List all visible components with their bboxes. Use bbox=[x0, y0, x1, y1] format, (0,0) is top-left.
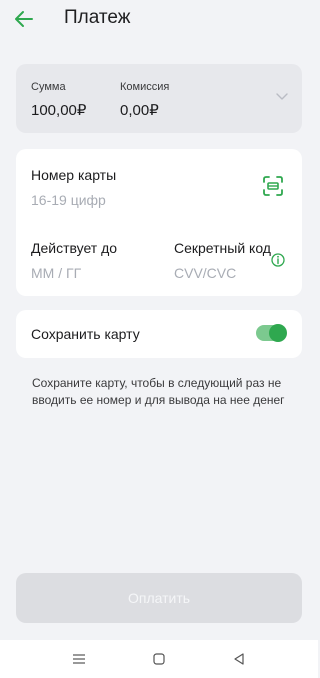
pay-button[interactable]: Оплатить bbox=[16, 573, 302, 623]
card-number-label: Номер карты bbox=[31, 167, 117, 183]
save-card-toggle[interactable] bbox=[256, 324, 287, 342]
amount-summary[interactable]: Сумма 100,00₽ Комиссия 0,00₽ bbox=[16, 64, 302, 133]
sum-value: 100,00₽ bbox=[31, 102, 87, 119]
chevron-down-icon[interactable] bbox=[276, 93, 288, 101]
card-number-input[interactable] bbox=[31, 192, 231, 208]
toggle-knob bbox=[269, 324, 287, 342]
save-card-row: Сохранить карту bbox=[16, 310, 302, 358]
header: Платеж bbox=[0, 0, 318, 40]
expiry-input[interactable] bbox=[31, 265, 151, 281]
expiry-label: Действует до bbox=[31, 240, 118, 256]
save-card-label: Сохранить карту bbox=[31, 326, 140, 342]
info-icon[interactable] bbox=[271, 253, 285, 267]
fee-value: 0,00₽ bbox=[120, 102, 159, 119]
save-card-hint: Сохраните карту, чтобы в следующий раз н… bbox=[32, 376, 285, 407]
home-icon[interactable] bbox=[152, 652, 166, 666]
cvv-input[interactable] bbox=[174, 265, 264, 281]
page-title: Платеж bbox=[64, 7, 131, 28]
arrow-left-icon[interactable] bbox=[13, 9, 35, 29]
card-form: Номер карты Действует до Секретный код bbox=[16, 149, 302, 296]
cvv-label: Секретный код bbox=[174, 240, 271, 256]
menu-icon[interactable] bbox=[72, 652, 86, 666]
card-scan-icon[interactable] bbox=[262, 175, 284, 197]
fee-label: Комиссия bbox=[120, 81, 170, 93]
system-nav-bar bbox=[0, 640, 318, 678]
back-triangle-icon[interactable] bbox=[232, 652, 246, 666]
sum-label: Сумма bbox=[31, 81, 66, 93]
